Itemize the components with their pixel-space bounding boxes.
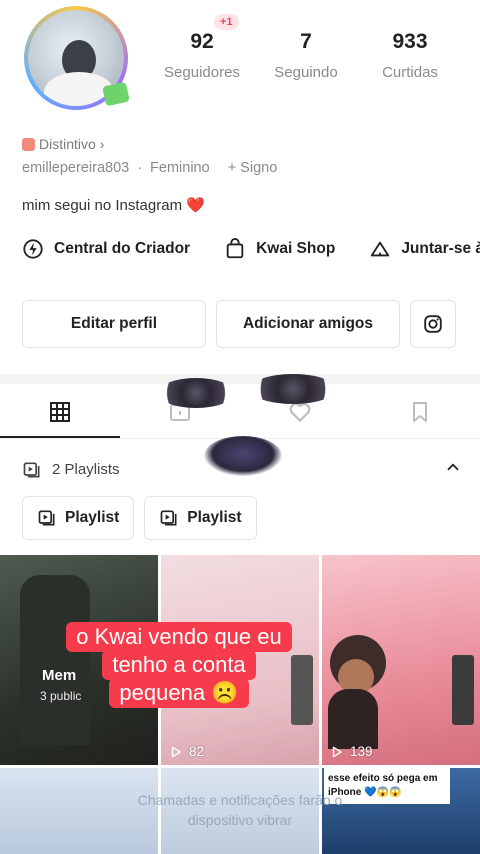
playlists-header[interactable]: 2 Playlists [22, 458, 462, 481]
filter-left-eye [158, 378, 234, 408]
followers-label: Seguidores [164, 64, 240, 81]
profile-actions: Editar perfil Adicionar amigos [22, 300, 456, 348]
stat-likes[interactable]: 933 Curtidas [358, 30, 462, 81]
playlist-chip-label: Playlist [65, 509, 120, 526]
playlist-chip[interactable]: Playlist [144, 496, 257, 540]
instagram-icon [424, 315, 442, 333]
profile-stats: +1 92 Seguidores 7 Seguindo 933 Curtidas [150, 14, 480, 81]
playlist-icon [160, 510, 177, 526]
followers-count: 92 [190, 30, 214, 53]
bookmark-icon [413, 402, 427, 422]
shopping-bag-icon [226, 238, 244, 259]
playlist-icon [23, 462, 40, 477]
tab-saved[interactable] [360, 386, 480, 438]
avatar-sticker [102, 81, 130, 107]
meme-line: pequena ☹️ [109, 678, 249, 708]
distintivo-icon [22, 137, 35, 151]
likes-count: 933 [392, 30, 428, 53]
system-caption-line2: dispositivo vibrar [187, 812, 293, 828]
distintivo-label: Distintivo [39, 136, 96, 152]
play-icon [171, 746, 181, 757]
following-count: 7 [300, 30, 312, 53]
bolt-icon [23, 239, 43, 259]
likes-label: Curtidas [382, 64, 438, 81]
kwai-shop-label: Kwai Shop [256, 240, 336, 257]
profile-avatar[interactable] [14, 6, 132, 110]
chevron-up-icon[interactable] [444, 458, 462, 481]
add-sign-link[interactable]: + Signo [228, 160, 278, 176]
section-divider [0, 374, 480, 384]
distintivo-link[interactable]: Distintivo › [22, 136, 104, 152]
profile-bio: mim segui no Instagram ❤️ [22, 196, 205, 214]
video-tile[interactable]: 139 [322, 555, 480, 765]
chevron-right-icon: › [99, 136, 105, 152]
join-label: Juntar-se à [401, 240, 480, 257]
playlist-icon [38, 510, 55, 526]
stat-followers[interactable]: +1 92 Seguidores [150, 14, 254, 81]
heart-emoji: ❤️ [186, 197, 205, 214]
username: emillepereira803 [22, 160, 130, 176]
new-followers-badge: +1 [214, 14, 239, 30]
video-tile[interactable] [161, 768, 319, 854]
stat-following[interactable]: 7 Seguindo [254, 30, 358, 81]
playlist-chips: Playlist Playlist [22, 496, 257, 540]
video-tile[interactable] [0, 768, 158, 854]
play-icon [332, 746, 342, 757]
add-friends-button[interactable]: Adicionar amigos [216, 300, 400, 348]
profile-meta: emillepereira803 · Feminino + Signo [22, 160, 277, 176]
view-count: 82 [169, 744, 204, 759]
tab-grid[interactable] [0, 386, 120, 438]
system-caption-line1: Chamadas e notificações farão o [137, 792, 343, 808]
kwai-shop-link[interactable]: Kwai Shop [224, 238, 335, 260]
playlist-chip-label: Playlist [187, 509, 242, 526]
meme-overlay: o Kwai vendo que eu tenho a conta pequen… [40, 622, 318, 708]
creator-center-link[interactable]: Central do Criador [22, 238, 190, 260]
creator-center-label: Central do Criador [54, 240, 191, 257]
view-count-value: 82 [189, 744, 205, 759]
gender: Feminino [150, 160, 210, 176]
following-label: Seguindo [274, 64, 338, 81]
view-count: 139 [330, 744, 373, 759]
instagram-button[interactable] [410, 300, 456, 348]
grid-icon [50, 402, 70, 422]
meme-line: tenho a conta [102, 650, 256, 680]
bio-text: mim segui no Instagram [22, 197, 183, 214]
tent-icon [371, 241, 390, 257]
tile-object [452, 655, 474, 725]
playlists-count: 2 Playlists [52, 461, 120, 478]
join-link[interactable]: Juntar-se à [369, 238, 480, 260]
meme-line: o Kwai vendo que eu [66, 622, 292, 652]
playlist-chip[interactable]: Playlist [22, 496, 135, 540]
profile-links: Central do Criador Kwai Shop Juntar-se à [22, 238, 480, 260]
content-tabs [0, 386, 480, 438]
meta-separator: · [137, 160, 143, 176]
edit-profile-button[interactable]: Editar perfil [22, 300, 206, 348]
view-count-value: 139 [350, 744, 373, 759]
filter-right-eye [250, 374, 336, 404]
tile-figure [328, 689, 378, 749]
